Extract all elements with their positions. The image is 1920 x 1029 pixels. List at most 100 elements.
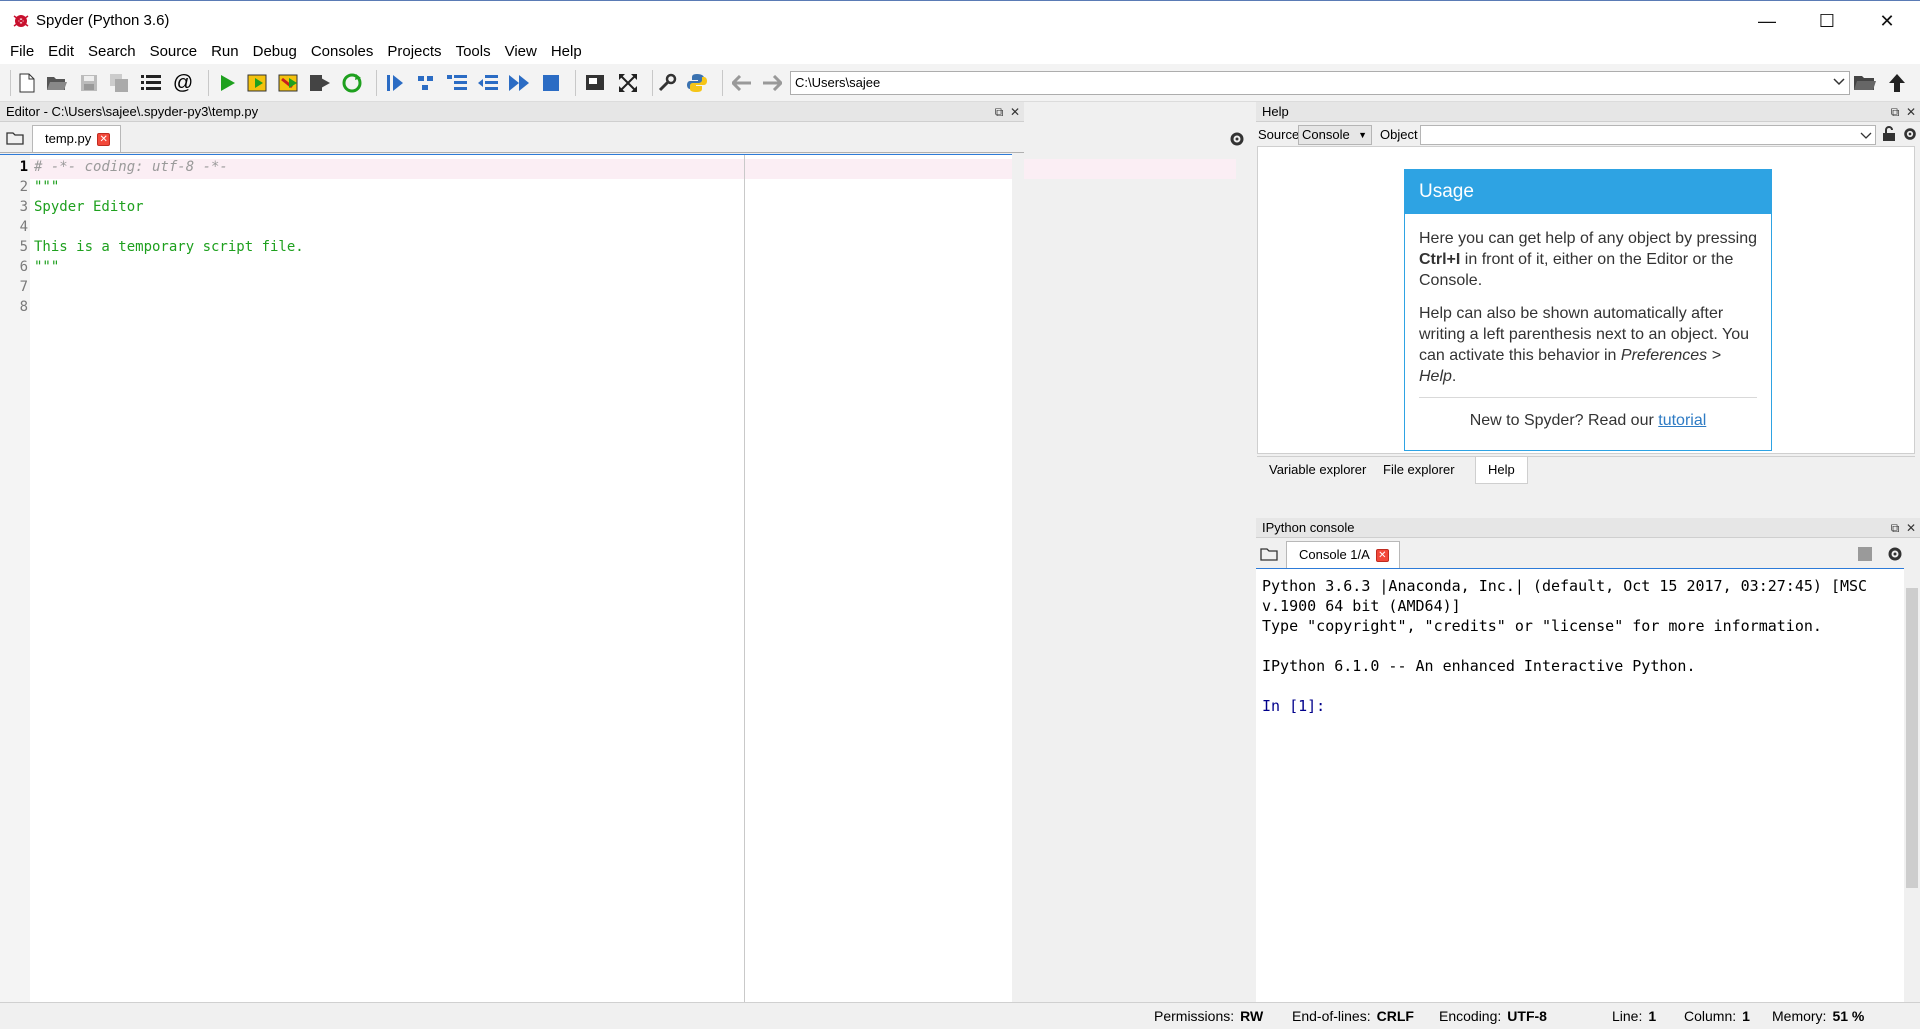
- editor-tab-bar: temp.py ✕: [0, 123, 1244, 153]
- tab-label: temp.py: [45, 131, 92, 146]
- run-selection-icon[interactable]: [307, 70, 333, 96]
- code-line: """: [34, 259, 60, 275]
- minimize-icon: —: [1758, 10, 1776, 31]
- forward-arrow-icon[interactable]: [759, 70, 785, 96]
- maximize-pane-icon[interactable]: [582, 70, 608, 96]
- menu-search[interactable]: Search: [81, 40, 143, 64]
- browse-folder-icon[interactable]: [1852, 70, 1878, 96]
- browse-tabs-icon[interactable]: [6, 131, 24, 145]
- help-bottom-tab-bar: Variable explorer File explorer Help: [1257, 456, 1915, 484]
- close-pane-icon[interactable]: ✕: [1906, 105, 1916, 119]
- undock-icon[interactable]: ⧉: [995, 105, 1004, 119]
- editor-pane: Editor - C:\Users\sajee\.spyder-py3\temp…: [0, 102, 1244, 1002]
- menu-file[interactable]: File: [3, 40, 41, 64]
- minimize-button[interactable]: —: [1738, 1, 1796, 41]
- object-label: Object: [1380, 127, 1418, 142]
- close-tab-icon[interactable]: ✕: [97, 132, 111, 146]
- step-icon[interactable]: [413, 70, 439, 96]
- tab-help[interactable]: Help: [1475, 457, 1528, 484]
- new-file-icon[interactable]: [14, 70, 40, 96]
- tab-variable-explorer[interactable]: Variable explorer: [1257, 457, 1378, 484]
- usage-text: .: [1451, 368, 1457, 385]
- help-header: Help ⧉ ✕: [1256, 102, 1920, 122]
- code-line: Spyder Editor: [34, 199, 144, 215]
- gear-icon[interactable]: [1886, 545, 1904, 563]
- stop-icon[interactable]: [538, 70, 564, 96]
- close-icon: ✕: [1879, 10, 1895, 31]
- tab-temp-py[interactable]: temp.py ✕: [32, 125, 122, 152]
- tutorial-link[interactable]: tutorial: [1658, 412, 1706, 429]
- menu-view[interactable]: View: [498, 40, 544, 64]
- toolbar-separator: [10, 70, 11, 96]
- run-cell-icon[interactable]: [245, 70, 271, 96]
- code-editor[interactable]: 1 2 3 4 5 6 7 8 # -*- coding: utf-8 -*- """ Spyde…: [0, 154, 1236, 1002]
- stop-kernel-icon[interactable]: [1858, 547, 1872, 561]
- menu-source[interactable]: Source: [143, 40, 205, 64]
- object-combobox[interactable]: [1420, 125, 1876, 145]
- preferences-icon[interactable]: [654, 70, 680, 96]
- status-value: 1: [1742, 1008, 1750, 1024]
- python-path-icon[interactable]: [684, 70, 710, 96]
- console-header: IPython console ⧉ ✕: [1256, 518, 1920, 538]
- status-value: UTF-8: [1507, 1008, 1547, 1024]
- step-into-icon[interactable]: [444, 70, 470, 96]
- menu-tools[interactable]: Tools: [449, 40, 498, 64]
- fullscreen-icon[interactable]: [615, 70, 641, 96]
- menu-consoles[interactable]: Consoles: [304, 40, 381, 64]
- source-select[interactable]: Console ▼: [1298, 125, 1372, 145]
- spyder-logo-icon: [13, 15, 29, 27]
- maximize-button[interactable]: ☐: [1798, 1, 1856, 41]
- window-title: Spyder (Python 3.6): [36, 12, 170, 29]
- undock-icon[interactable]: ⧉: [1891, 105, 1900, 119]
- menu-debug[interactable]: Debug: [246, 40, 304, 64]
- help-content: Usage Here you can get help of any objec…: [1257, 146, 1915, 454]
- ipython-console[interactable]: Python 3.6.3 |Anaconda, Inc.| (default, …: [1256, 568, 1904, 1002]
- lock-icon[interactable]: [1882, 126, 1896, 142]
- console-scrollbar-thumb[interactable]: [1906, 588, 1918, 888]
- gear-icon[interactable]: [1228, 130, 1246, 148]
- close-pane-icon[interactable]: ✕: [1906, 521, 1916, 535]
- editor-scrollbar[interactable]: [1012, 154, 1024, 1002]
- run-icon[interactable]: [214, 70, 240, 96]
- source-select-value: Console: [1302, 127, 1350, 142]
- close-tab-icon[interactable]: ✕: [1375, 548, 1389, 562]
- code-line: This is a temporary script file.: [34, 239, 304, 255]
- chevron-down-icon[interactable]: [1833, 76, 1845, 88]
- menu-edit[interactable]: Edit: [41, 40, 81, 64]
- gear-icon[interactable]: [1902, 126, 1918, 142]
- console-line: v.1900 64 bit (AMD64)]: [1262, 597, 1461, 615]
- undock-icon[interactable]: ⧉: [1891, 521, 1900, 535]
- working-directory-combobox[interactable]: C:\Users\sajee: [790, 71, 1850, 95]
- console-scrollbar[interactable]: [1904, 568, 1920, 1002]
- save-icon[interactable]: [76, 70, 102, 96]
- line-number: 6: [19, 259, 28, 275]
- usage-shortcut: Ctrl+I: [1419, 251, 1461, 268]
- usage-text: New to Spyder? Read our: [1469, 412, 1659, 429]
- open-file-icon[interactable]: [44, 70, 70, 96]
- status-label: End-of-lines:: [1292, 1008, 1371, 1024]
- tab-console-1a[interactable]: Console 1/A ✕: [1286, 541, 1400, 568]
- run-cell-advance-icon[interactable]: [276, 70, 302, 96]
- outline-icon[interactable]: [138, 70, 164, 96]
- source-label: Source: [1258, 127, 1300, 142]
- menu-help[interactable]: Help: [544, 40, 589, 64]
- browse-tabs-icon[interactable]: [1260, 547, 1278, 561]
- tab-file-explorer[interactable]: File explorer: [1371, 457, 1467, 484]
- debug-icon[interactable]: [382, 70, 408, 96]
- save-all-icon[interactable]: [106, 70, 132, 96]
- close-window-button[interactable]: ✕: [1858, 1, 1916, 41]
- column-status: Column: 1: [1684, 1008, 1750, 1024]
- parent-dir-icon[interactable]: [1884, 70, 1910, 96]
- step-return-icon[interactable]: [475, 70, 501, 96]
- editor-header-title: Editor - C:\Users\sajee\.spyder-py3\temp…: [6, 104, 259, 119]
- at-icon[interactable]: @: [170, 70, 196, 96]
- back-arrow-icon[interactable]: [729, 70, 755, 96]
- title-bar: Spyder (Python 3.6) — ☐ ✕: [0, 0, 1920, 40]
- menu-run[interactable]: Run: [204, 40, 246, 64]
- rerun-icon[interactable]: [339, 70, 365, 96]
- chevron-down-icon[interactable]: [1860, 130, 1872, 142]
- continue-icon[interactable]: [506, 70, 532, 96]
- close-pane-icon[interactable]: ✕: [1010, 105, 1020, 119]
- editor-header: Editor - C:\Users\sajee\.spyder-py3\temp…: [0, 102, 1024, 122]
- menu-projects[interactable]: Projects: [380, 40, 448, 64]
